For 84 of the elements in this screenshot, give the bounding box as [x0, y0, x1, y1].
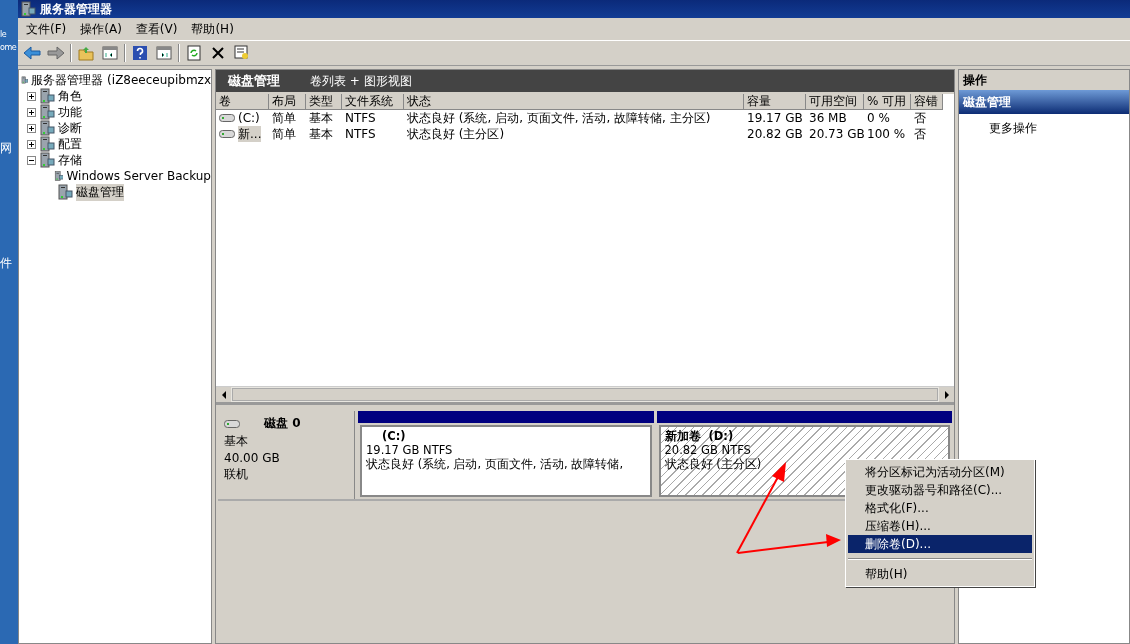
column-header[interactable]: 类型 — [306, 94, 342, 110]
partition-size: 20.82 GB NTFS — [664, 443, 752, 457]
column-header[interactable]: 状态 — [404, 94, 744, 110]
desktop-icon-label[interactable]: le — [0, 30, 18, 39]
table-cell: 0 % — [867, 110, 890, 126]
partition-block[interactable]: (C:) 19.17 GB NTFS 状态良好 (系统, 启动, 页面文件, 活动, 故障转储, — [360, 425, 652, 497]
menu-item[interactable]: 帮助(H) — [191, 20, 234, 38]
desktop-icon-label[interactable]: ome — [0, 43, 18, 52]
pane-icon[interactable] — [102, 45, 118, 61]
view-label: 卷列表 + 图形视图 — [310, 72, 412, 90]
column-header[interactable]: 布局 — [269, 94, 306, 110]
table-cell: 36 MB — [809, 110, 847, 126]
actions-title: 操作 — [959, 70, 1129, 90]
column-header[interactable]: 卷 — [216, 94, 269, 110]
menu-item[interactable]: 帮助(H) — [848, 565, 1032, 583]
help-icon[interactable] — [132, 45, 148, 61]
tree-item[interactable]: 功能 — [58, 103, 82, 121]
tree-item[interactable]: 角色 — [58, 87, 82, 105]
pane-title: 磁盘管理 — [228, 72, 280, 90]
table-cell: 19.17 GB — [747, 110, 803, 126]
table-cell: 20.82 GB — [747, 126, 803, 142]
table-cell: 简单 — [272, 126, 296, 142]
partition-status: 状态良好 (系统, 启动, 页面文件, 活动, 故障转储, — [366, 457, 625, 471]
pane-icon[interactable] — [156, 45, 172, 61]
table-cell: 基本 — [309, 126, 333, 142]
expand-icon[interactable] — [27, 139, 36, 149]
tree-item[interactable]: Windows Server Backup — [66, 169, 211, 183]
column-header[interactable]: % 可用 — [864, 94, 911, 110]
refresh-icon[interactable] — [187, 45, 201, 61]
table-cell: 否 — [914, 110, 926, 126]
partition-name: 新加卷 (D:) — [664, 429, 735, 443]
menu-item[interactable]: 压缩卷(H)... — [848, 517, 1032, 535]
tree-item[interactable]: 磁盘管理 — [76, 183, 124, 201]
expand-icon[interactable] — [27, 107, 36, 117]
table-cell: NTFS — [345, 126, 376, 142]
column-header[interactable]: 文件系统 — [342, 94, 404, 110]
scroll-right-icon[interactable] — [943, 390, 950, 399]
column-header[interactable]: 可用空间 — [806, 94, 864, 110]
tree-item[interactable]: 诊断 — [58, 119, 82, 137]
window-title: 服务器管理器 — [40, 0, 112, 18]
column-header[interactable]: 容量 — [744, 94, 806, 110]
forward-icon[interactable] — [47, 46, 65, 60]
table-cell: 基本 — [309, 110, 333, 126]
drive-icon — [219, 113, 235, 123]
table-cell: 20.73 GB — [809, 126, 865, 142]
expand-icon[interactable] — [27, 91, 36, 101]
tree-item[interactable]: 服务器管理器 (iZ8eeceupibmzx — [31, 71, 211, 89]
partition-name: (C:) — [381, 429, 407, 443]
table-cell: 简单 — [272, 110, 296, 126]
table-cell: 100 % — [867, 126, 906, 142]
scroll-left-icon[interactable] — [220, 390, 227, 399]
action-link[interactable]: 更多操作 — [989, 121, 1037, 135]
disk-type: 基本 — [224, 433, 249, 450]
menu-item[interactable]: 操作(A) — [80, 20, 122, 38]
desktop-icon-label[interactable]: 件 — [0, 255, 18, 272]
partition-status: 状态良好 (主分区) — [664, 457, 763, 471]
back-icon[interactable] — [23, 46, 41, 60]
tree-item[interactable]: 存储 — [58, 151, 82, 169]
table-cell: 否 — [914, 126, 926, 142]
actions-section[interactable]: 磁盘管理 — [959, 90, 1129, 114]
collapse-icon[interactable] — [27, 155, 36, 165]
disk-status: 联机 — [224, 466, 249, 483]
menu-item[interactable]: 格式化(F)... — [848, 499, 1032, 517]
menu-item[interactable]: 删除卷(D)... — [848, 535, 1032, 553]
app-icon — [20, 1, 36, 17]
disk-size: 40.00 GB — [224, 451, 281, 465]
table-cell[interactable]: (C:) — [238, 110, 260, 126]
table-cell: NTFS — [345, 110, 376, 126]
delete-icon[interactable] — [211, 46, 225, 60]
menu-item[interactable]: 查看(V) — [135, 20, 178, 38]
disk-name: 磁盘 0 — [264, 415, 301, 432]
drive-icon — [224, 418, 240, 429]
horizontal-scrollbar[interactable] — [216, 386, 954, 402]
partition-size: 19.17 GB NTFS — [366, 443, 454, 457]
table-cell: 状态良好 (系统, 启动, 页面文件, 活动, 故障转储, 主分区) — [407, 110, 711, 126]
column-header[interactable]: 容错 — [911, 94, 943, 110]
drive-icon — [219, 129, 235, 139]
expand-icon[interactable] — [27, 123, 36, 133]
table-cell[interactable]: 新... — [238, 126, 262, 142]
tree-item[interactable]: 配置 — [58, 135, 82, 153]
properties-icon[interactable] — [234, 45, 250, 61]
table-cell: 状态良好 (主分区) — [407, 126, 505, 142]
desktop-icon-label[interactable]: 网 — [0, 140, 18, 157]
menu-item[interactable]: 文件(F) — [26, 20, 67, 38]
